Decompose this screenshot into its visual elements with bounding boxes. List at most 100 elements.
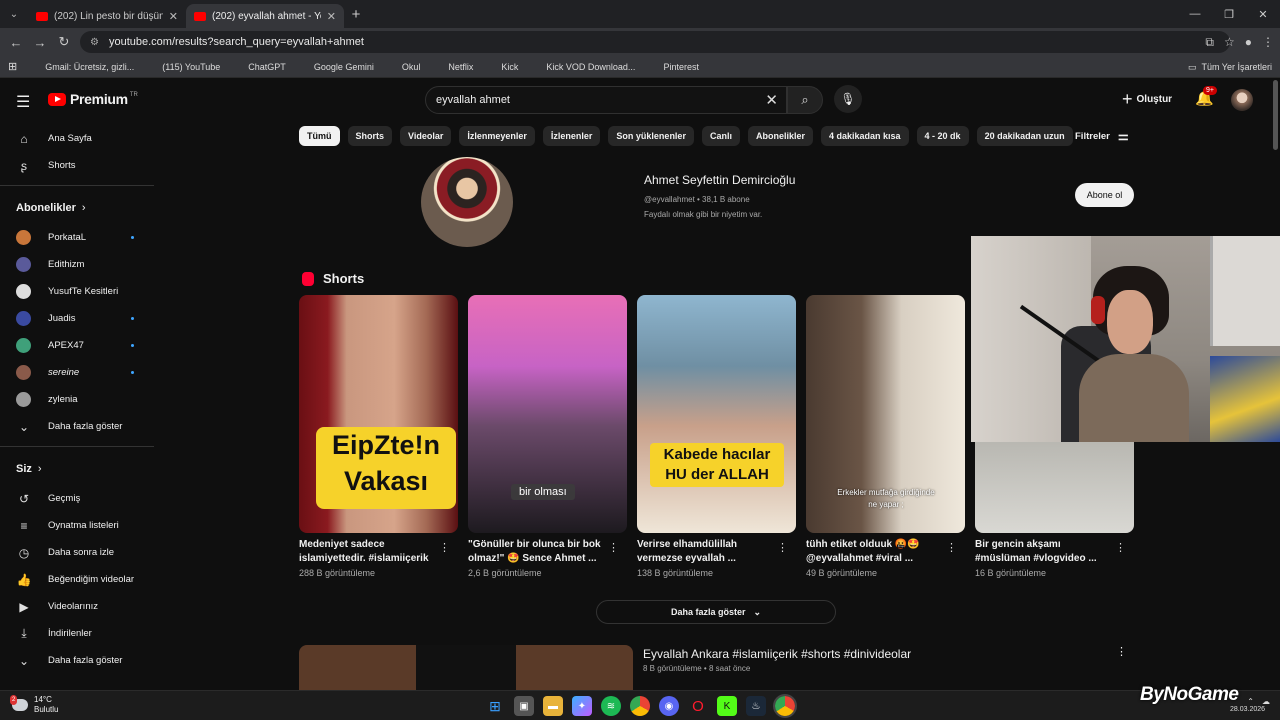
chip-unwatched[interactable]: İzlenmeyenler	[459, 126, 535, 146]
restore-icon[interactable]: ❐	[1212, 0, 1246, 28]
onedrive-icon[interactable]: ☁	[1262, 697, 1270, 706]
create-button[interactable]: + Oluştur	[1122, 89, 1172, 110]
search-button[interactable]: ⌕	[787, 86, 823, 114]
tab-search-icon[interactable]: ⌄	[0, 0, 28, 28]
clear-search-icon[interactable]: ✕	[765, 91, 778, 109]
short-thumbnail[interactable]: bir olması	[468, 295, 627, 533]
sidebar-item-history[interactable]: ↺ Geçmiş	[0, 485, 154, 512]
short-card[interactable]: EipZte!n Vakası Medeniyet sadece islamiy…	[299, 295, 458, 578]
bookmark-gmail[interactable]: Gmail: Ücretsiz, gizli...	[31, 62, 134, 72]
short-card[interactable]: bir olması "Gönüller bir olunca bir bok …	[468, 295, 627, 578]
browser-tab-1[interactable]: (202) Lin pesto bir düşün - YouTube ✕	[28, 4, 186, 28]
you-header[interactable]: Siz ›	[0, 453, 154, 485]
more-options-icon[interactable]: ⋮	[1115, 541, 1126, 554]
task-view-icon[interactable]: ▣	[514, 696, 534, 716]
sidebar-sub-item[interactable]: PorkataL	[0, 224, 154, 251]
sidebar-sub-item[interactable]: sereine	[0, 359, 154, 386]
channel-avatar-large[interactable]	[421, 157, 513, 247]
sidebar-sub-item[interactable]: Juadis	[0, 305, 154, 332]
chip-videos[interactable]: Videolar	[400, 126, 452, 146]
chip-watched[interactable]: İzlenenler	[542, 126, 601, 146]
notifications-button[interactable]: 🔔 9+	[1195, 86, 1217, 107]
filters-button[interactable]: Filtreler ⚌	[1075, 129, 1129, 143]
window-close-icon[interactable]: ✕	[1246, 0, 1280, 28]
short-thumbnail[interactable]: Kabede hacılar HU der ALLAH	[637, 295, 796, 533]
chip-live[interactable]: Canlı	[701, 126, 740, 146]
bookmark-netflix[interactable]: Netflix	[434, 62, 473, 72]
you-show-more[interactable]: ⌄ Daha fazla göster	[0, 647, 154, 674]
bookmark-youtube[interactable]: (115) YouTube	[148, 62, 220, 72]
sidebar-sub-item[interactable]: APEX47	[0, 332, 154, 359]
profile-icon[interactable]: ●	[1245, 35, 1252, 49]
bookmark-kick-vod[interactable]: Kick VOD Download...	[532, 62, 635, 72]
site-info-icon[interactable]: ⚙	[90, 37, 99, 48]
chip-subscriptions[interactable]: Abonelikler	[747, 126, 813, 146]
sidebar-sub-item[interactable]: YusufTe Kesitleri	[0, 278, 154, 305]
chip-all[interactable]: Tümü	[299, 126, 340, 146]
show-more-shorts-button[interactable]: Daha fazla göster ⌄	[596, 600, 836, 624]
chip-shorts[interactable]: Shorts	[347, 126, 393, 146]
sidebar-item-watch-later[interactable]: ◷ Daha sonra izle	[0, 539, 154, 566]
short-card[interactable]: Erkekler mutfağa girdiğinde ne yapar ; t…	[806, 295, 965, 578]
back-icon[interactable]: ←	[4, 35, 28, 50]
video-title[interactable]: Eyvallah Ankara #islamiiçerik #shorts #d…	[643, 647, 911, 661]
channel-name[interactable]: Ahmet Seyfettin Demircioğlu	[644, 173, 795, 187]
close-tab-icon[interactable]: ✕	[327, 10, 336, 23]
short-thumbnail[interactable]: EipZte!n Vakası	[299, 295, 458, 533]
sidebar-item-home[interactable]: ⌂ Ana Sayfa	[0, 125, 154, 152]
account-avatar[interactable]	[1231, 89, 1253, 111]
sidebar-item-shorts[interactable]: ʂ Shorts	[0, 152, 154, 179]
new-tab-button[interactable]: +	[344, 6, 368, 23]
short-thumbnail[interactable]: Erkekler mutfağa girdiğinde ne yapar ;	[806, 295, 965, 533]
bookmark-chatgpt[interactable]: ChatGPT	[234, 62, 286, 72]
chrome-icon[interactable]	[630, 696, 650, 716]
close-tab-icon[interactable]: ✕	[169, 10, 178, 23]
copilot-icon[interactable]: ✦	[572, 696, 592, 716]
all-bookmarks[interactable]: ▭ Tüm Yer İşaretleri	[1188, 56, 1272, 78]
subscribe-button[interactable]: Abone ol	[1075, 183, 1134, 207]
subscriptions-show-more[interactable]: ⌄ Daha fazla göster	[0, 413, 154, 440]
weather-widget[interactable]: 2 14°C Bulutlu	[10, 695, 58, 715]
sidebar-item-playlists[interactable]: ≡ Oynatma listeleri	[0, 512, 154, 539]
hamburger-menu-icon[interactable]: ☰	[16, 92, 30, 112]
more-options-icon[interactable]: ⋮	[1116, 645, 1127, 658]
browser-menu-icon[interactable]: ⋮	[1262, 35, 1274, 49]
file-explorer-icon[interactable]: ▬	[543, 696, 563, 716]
discord-icon[interactable]: ◉	[659, 696, 679, 716]
chip-over-20min[interactable]: 20 dakikadan uzun	[976, 126, 1073, 146]
more-options-icon[interactable]: ⋮	[439, 541, 450, 554]
tray-chevron-icon[interactable]: ⌃	[1247, 697, 1254, 706]
opera-icon[interactable]: O	[688, 696, 708, 716]
bookmark-gemini[interactable]: Google Gemini	[300, 62, 374, 72]
short-card[interactable]: Kabede hacılar HU der ALLAH Verirse elha…	[637, 295, 796, 578]
forward-icon[interactable]: →	[28, 35, 52, 50]
bookmark-star-icon[interactable]: ☆	[1224, 35, 1235, 49]
sidebar-sub-item[interactable]: Edithizm	[0, 251, 154, 278]
chip-4-20min[interactable]: 4 - 20 dk	[916, 126, 969, 146]
bookmark-kick[interactable]: Kick	[487, 62, 518, 72]
sidebar-item-downloads[interactable]: ⤓ İndirilenler	[0, 620, 154, 647]
subscriptions-header[interactable]: Abonelikler ›	[0, 192, 154, 224]
bookmark-okul[interactable]: Okul	[388, 62, 421, 72]
browser-tab-2[interactable]: (202) eyvallah ahmet - YouTube ✕	[186, 4, 344, 28]
voice-search-button[interactable]: 🎙	[834, 85, 862, 113]
more-options-icon[interactable]: ⋮	[608, 541, 619, 554]
sidebar-item-liked[interactable]: 👍 Beğendiğim videolar	[0, 566, 154, 593]
sidebar-item-your-videos[interactable]: ▶ Videolarınız	[0, 593, 154, 620]
windows-start-icon[interactable]: ⊞	[485, 696, 505, 716]
apps-grid-icon[interactable]: ⊞	[8, 60, 17, 73]
chrome-active-icon[interactable]	[773, 694, 797, 718]
url-field[interactable]: ⚙ youtube.com/results?search_query=eyval…	[80, 31, 1230, 53]
more-options-icon[interactable]: ⋮	[777, 541, 788, 554]
kick-app-icon[interactable]: K	[717, 696, 737, 716]
more-options-icon[interactable]: ⋮	[946, 541, 957, 554]
reload-icon[interactable]: ↻	[52, 34, 76, 50]
install-app-icon[interactable]: ⧉	[1205, 35, 1214, 50]
bookmark-pinterest[interactable]: Pinterest	[649, 62, 699, 72]
steam-icon[interactable]: ♨	[746, 696, 766, 716]
minimize-icon[interactable]: —	[1178, 0, 1212, 28]
page-scrollbar[interactable]	[1273, 80, 1278, 150]
chip-recent[interactable]: Son yüklenenler	[608, 126, 694, 146]
youtube-premium-logo[interactable]: Premium TR	[48, 91, 138, 107]
spotify-icon[interactable]: ≋	[601, 696, 621, 716]
